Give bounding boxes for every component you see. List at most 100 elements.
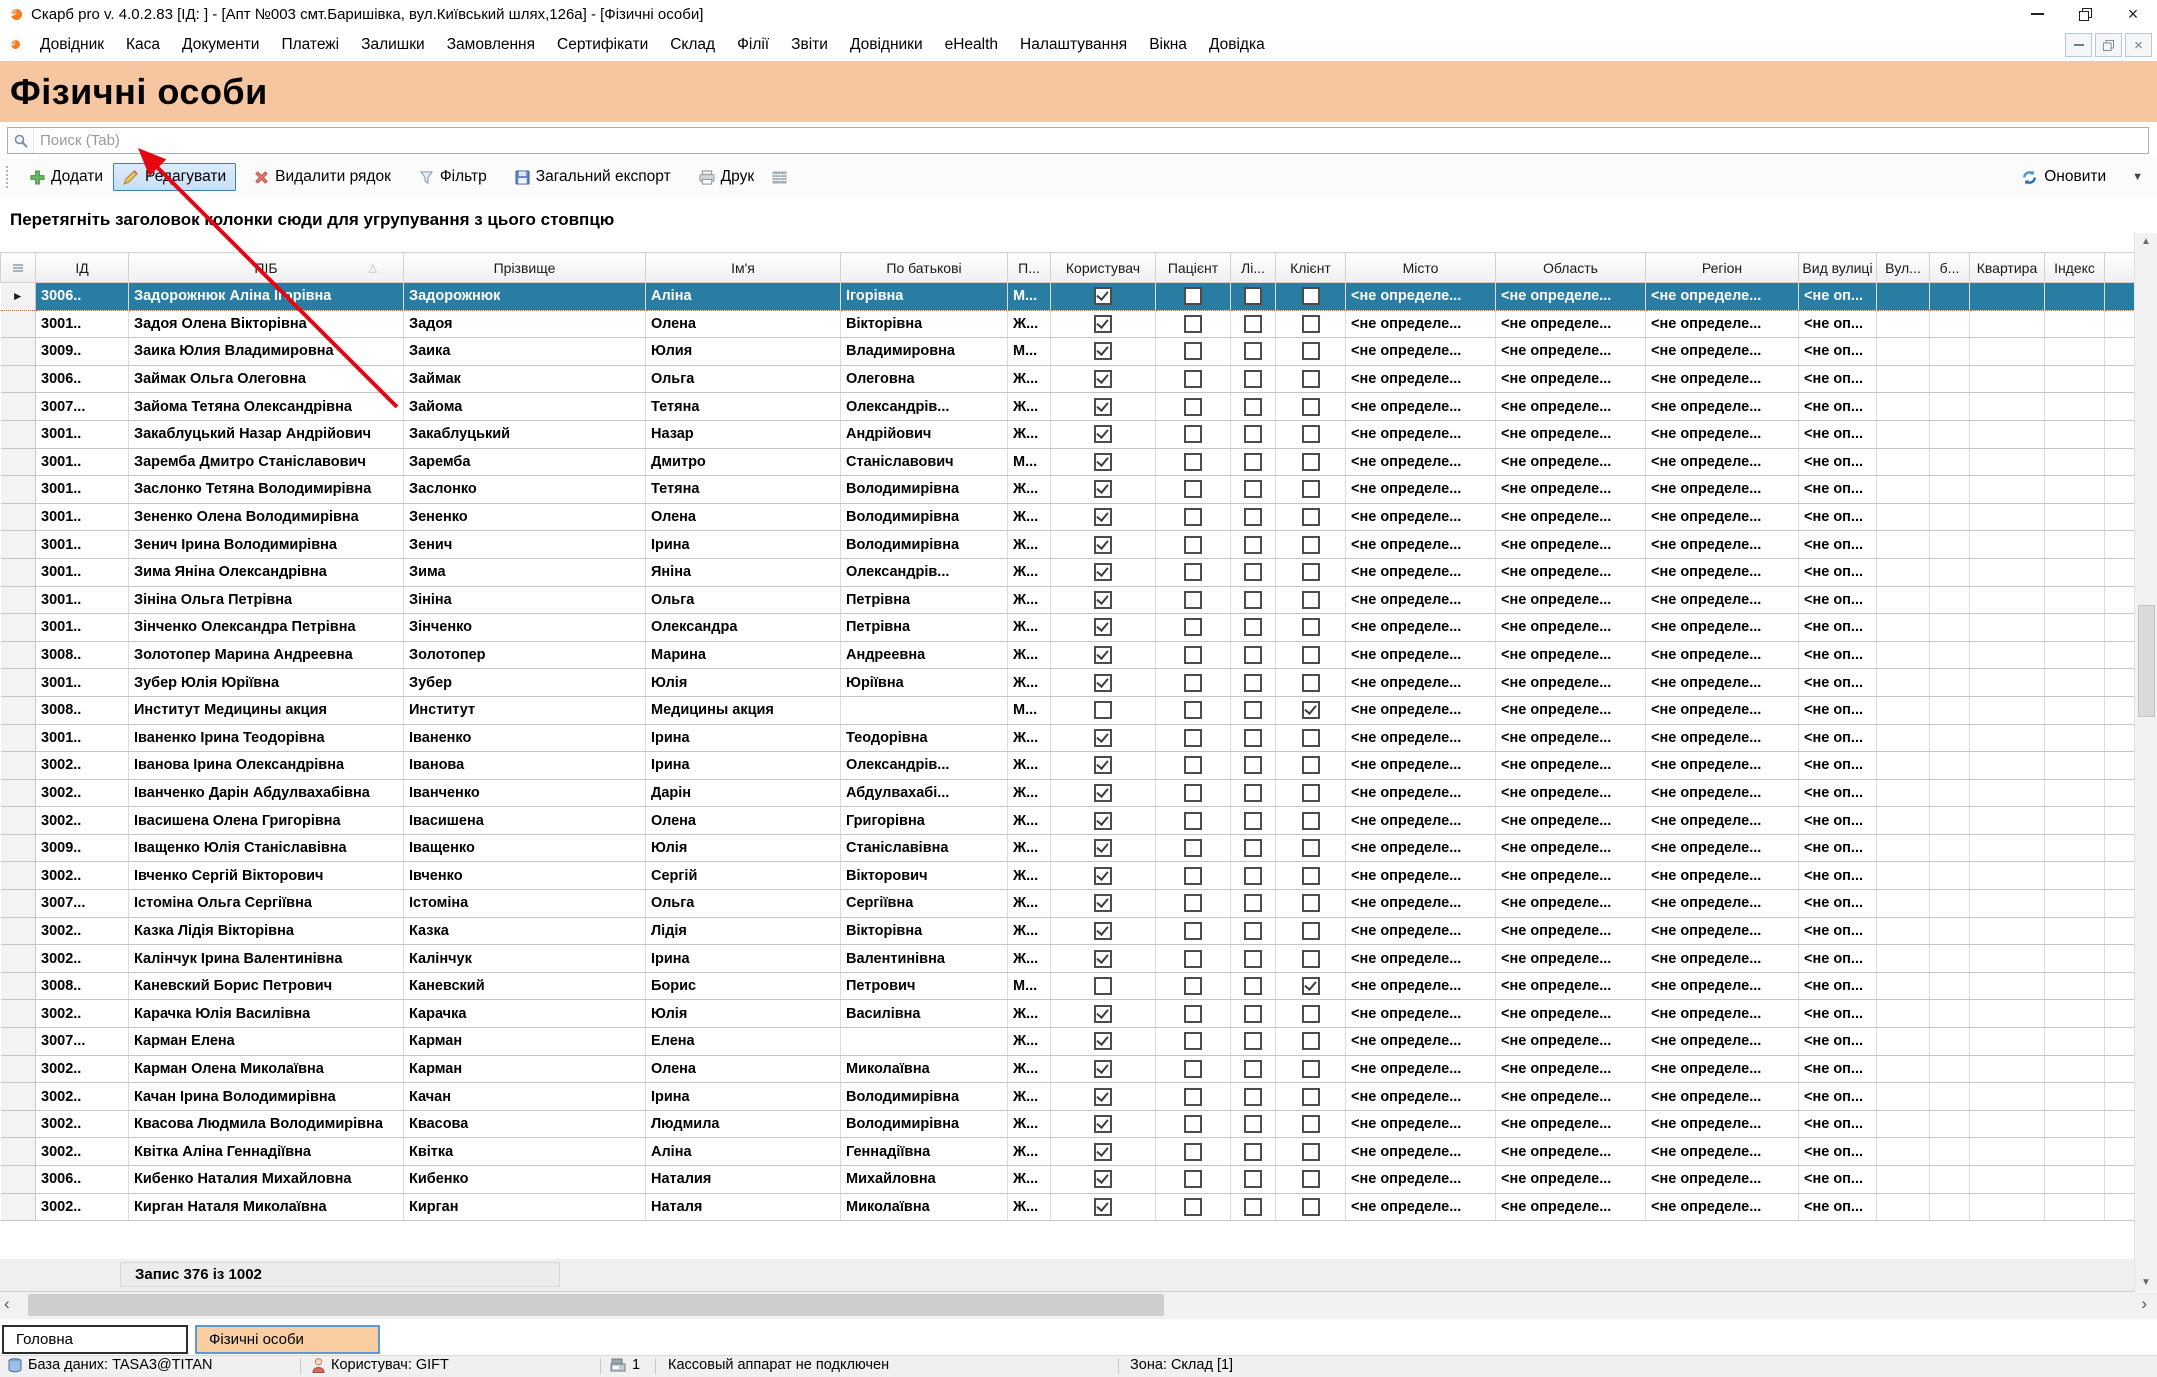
checkbox-patient[interactable] bbox=[1156, 310, 1231, 338]
cell-region[interactable]: <не определе... bbox=[1646, 614, 1799, 642]
cell-firstname[interactable]: Наталия bbox=[646, 1166, 841, 1194]
cell-oblast[interactable]: <не определе... bbox=[1496, 641, 1646, 669]
table-row[interactable]: 3007...Зайома Тетяна ОлександрівнаЗайома… bbox=[1, 393, 2157, 421]
cell-lastname[interactable]: Каневский bbox=[404, 972, 646, 1000]
checkbox-patient[interactable] bbox=[1156, 807, 1231, 835]
cell-id[interactable]: 3002.. bbox=[36, 807, 129, 835]
cell-building[interactable] bbox=[1930, 1028, 1970, 1056]
cell-apartment[interactable] bbox=[1970, 310, 2045, 338]
cell-street-type[interactable]: <не оп... bbox=[1799, 834, 1877, 862]
row-selector[interactable] bbox=[1, 1055, 36, 1083]
table-row[interactable]: 3002..Квасова Людмила ВолодимирівнаКвасо… bbox=[1, 1110, 2157, 1138]
checkbox-doctor[interactable] bbox=[1231, 448, 1276, 476]
column-header[interactable]: Клієнт bbox=[1276, 253, 1346, 283]
cell-apartment[interactable] bbox=[1970, 420, 2045, 448]
checkbox-user[interactable] bbox=[1051, 1055, 1156, 1083]
cell-oblast[interactable]: <не определе... bbox=[1496, 834, 1646, 862]
cell-street-type[interactable]: <не оп... bbox=[1799, 586, 1877, 614]
cell-middlename[interactable]: Андрійович bbox=[841, 420, 1008, 448]
cell-lastname[interactable]: Зененко bbox=[404, 503, 646, 531]
cell-middlename[interactable]: Петрівна bbox=[841, 614, 1008, 642]
checkbox-user[interactable] bbox=[1051, 448, 1156, 476]
table-row[interactable]: 3002..Іванова Ірина ОлександрівнаІванова… bbox=[1, 752, 2157, 780]
cell-id[interactable]: 3002.. bbox=[36, 1138, 129, 1166]
cell-building[interactable] bbox=[1930, 807, 1970, 835]
cell-id[interactable]: 3002.. bbox=[36, 917, 129, 945]
checkbox-patient[interactable] bbox=[1156, 890, 1231, 918]
cell-street-type[interactable]: <не оп... bbox=[1799, 393, 1877, 421]
checkbox-user[interactable] bbox=[1051, 283, 1156, 311]
row-selector[interactable] bbox=[1, 614, 36, 642]
cell-street[interactable] bbox=[1877, 834, 1930, 862]
checkbox-doctor[interactable] bbox=[1231, 1055, 1276, 1083]
menu-item-сертифікати[interactable]: Сертифікати bbox=[546, 36, 659, 54]
cell-street[interactable] bbox=[1877, 558, 1930, 586]
cell-street-type[interactable]: <не оп... bbox=[1799, 503, 1877, 531]
table-row[interactable]: 3002..Качан Ірина ВолодимирівнаКачанІрин… bbox=[1, 1083, 2157, 1111]
cell-street[interactable] bbox=[1877, 752, 1930, 780]
checkbox-doctor[interactable] bbox=[1231, 1110, 1276, 1138]
row-selector[interactable] bbox=[1, 1166, 36, 1194]
cell-firstname[interactable]: Марина bbox=[646, 641, 841, 669]
cell-lastname[interactable]: Заслонко bbox=[404, 476, 646, 504]
cell-firstname[interactable]: Олена bbox=[646, 1055, 841, 1083]
cell-fio[interactable]: Іващенко Юлія Станіславівна bbox=[129, 834, 404, 862]
cell-index[interactable] bbox=[2045, 669, 2105, 697]
cell-city[interactable]: <не определе... bbox=[1346, 393, 1496, 421]
row-selector[interactable] bbox=[1, 641, 36, 669]
checkbox-patient[interactable] bbox=[1156, 724, 1231, 752]
cell-building[interactable] bbox=[1930, 531, 1970, 559]
column-header[interactable]: Ім'я bbox=[646, 253, 841, 283]
checkbox-doctor[interactable] bbox=[1231, 1083, 1276, 1111]
cell-id[interactable]: 3001.. bbox=[36, 724, 129, 752]
cell-middlename[interactable]: Андреевна bbox=[841, 641, 1008, 669]
restore-button[interactable] bbox=[2061, 0, 2109, 28]
mdi-minimize-button[interactable] bbox=[2065, 33, 2092, 57]
cell-apartment[interactable] bbox=[1970, 476, 2045, 504]
cell-street[interactable] bbox=[1877, 972, 1930, 1000]
cell-region[interactable]: <не определе... bbox=[1646, 448, 1799, 476]
checkbox-patient[interactable] bbox=[1156, 1138, 1231, 1166]
checkbox-client[interactable] bbox=[1276, 614, 1346, 642]
cell-fio[interactable]: Казка Лідія Вікторівна bbox=[129, 917, 404, 945]
cell-id[interactable]: 3008.. bbox=[36, 696, 129, 724]
checkbox-doctor[interactable] bbox=[1231, 669, 1276, 697]
cell-region[interactable]: <не определе... bbox=[1646, 834, 1799, 862]
checkbox-patient[interactable] bbox=[1156, 862, 1231, 890]
cell-building[interactable] bbox=[1930, 696, 1970, 724]
cell-index[interactable] bbox=[2045, 1083, 2105, 1111]
checkbox-user[interactable] bbox=[1051, 393, 1156, 421]
table-row[interactable]: 3001..Закаблуцький Назар АндрійовичЗакаб… bbox=[1, 420, 2157, 448]
cell-city[interactable]: <не определе... bbox=[1346, 890, 1496, 918]
cell-apartment[interactable] bbox=[1970, 1110, 2045, 1138]
cell-street[interactable] bbox=[1877, 779, 1930, 807]
cell-lastname[interactable]: Заремба bbox=[404, 448, 646, 476]
cell-id[interactable]: 3002.. bbox=[36, 752, 129, 780]
cell-city[interactable]: <не определе... bbox=[1346, 807, 1496, 835]
checkbox-user[interactable] bbox=[1051, 890, 1156, 918]
cell-apartment[interactable] bbox=[1970, 448, 2045, 476]
cell-apartment[interactable] bbox=[1970, 1083, 2045, 1111]
checkbox-client[interactable] bbox=[1276, 1193, 1346, 1221]
toolbar-grip[interactable] bbox=[6, 166, 14, 188]
cell-fio[interactable]: Івченко Сергій Вікторович bbox=[129, 862, 404, 890]
cell-apartment[interactable] bbox=[1970, 531, 2045, 559]
cell-id[interactable]: 3001.. bbox=[36, 420, 129, 448]
column-header[interactable]: Місто bbox=[1346, 253, 1496, 283]
row-selector[interactable] bbox=[1, 696, 36, 724]
cell-firstname[interactable]: Дмитро bbox=[646, 448, 841, 476]
menu-item-філії[interactable]: Філії bbox=[726, 36, 780, 54]
columns-icon[interactable] bbox=[772, 170, 787, 185]
group-by-panel[interactable]: Перетягніть заголовок колонки сюди для у… bbox=[0, 196, 2135, 252]
cell-lastname[interactable]: Зайома bbox=[404, 393, 646, 421]
cell-index[interactable] bbox=[2045, 1193, 2105, 1221]
table-row[interactable]: 3002..Квітка Аліна ГеннадіївнаКвіткаАлін… bbox=[1, 1138, 2157, 1166]
checkbox-user[interactable] bbox=[1051, 752, 1156, 780]
cell-city[interactable]: <не определе... bbox=[1346, 283, 1496, 311]
cell-sex[interactable]: М... bbox=[1008, 972, 1051, 1000]
column-header[interactable]: ІД bbox=[36, 253, 129, 283]
cell-id[interactable]: 3007... bbox=[36, 393, 129, 421]
cell-fio[interactable]: Зубер Юлія Юріївна bbox=[129, 669, 404, 697]
cell-city[interactable]: <не определе... bbox=[1346, 420, 1496, 448]
row-selector[interactable] bbox=[1, 890, 36, 918]
